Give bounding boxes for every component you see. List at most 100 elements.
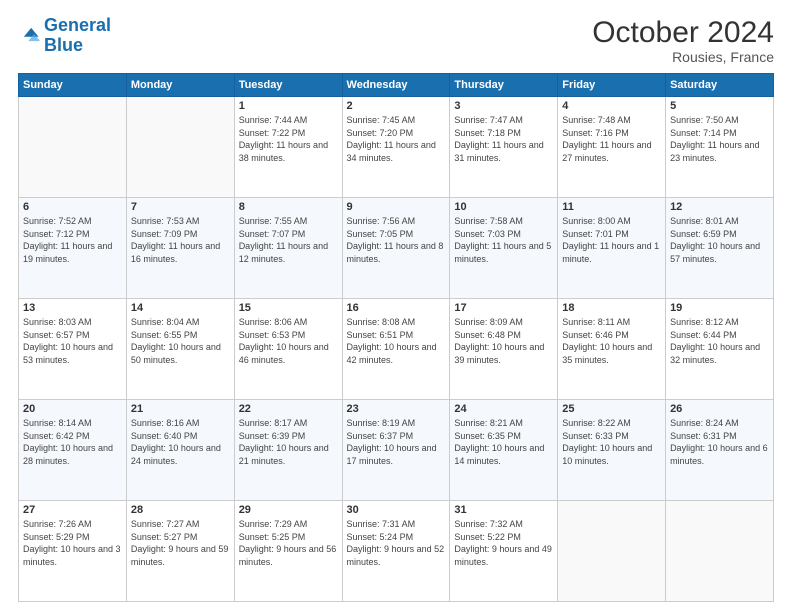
calendar-cell: 20 Sunrise: 8:14 AM Sunset: 6:42 PM Dayli… bbox=[19, 400, 127, 501]
day-number: 9 bbox=[347, 201, 446, 213]
day-number: 31 bbox=[454, 504, 553, 516]
calendar-cell bbox=[558, 501, 666, 602]
calendar-cell: 13 Sunrise: 8:03 AM Sunset: 6:57 PM Dayli… bbox=[19, 299, 127, 400]
calendar-cell: 10 Sunrise: 7:58 AM Sunset: 7:03 PM Dayli… bbox=[450, 198, 558, 299]
calendar-cell: 24 Sunrise: 8:21 AM Sunset: 6:35 PM Dayli… bbox=[450, 400, 558, 501]
day-info: Sunrise: 7:50 AM Sunset: 7:14 PM Dayligh… bbox=[670, 114, 769, 164]
day-number: 7 bbox=[131, 201, 230, 213]
day-info: Sunrise: 8:03 AM Sunset: 6:57 PM Dayligh… bbox=[23, 316, 122, 366]
day-info: Sunrise: 8:16 AM Sunset: 6:40 PM Dayligh… bbox=[131, 417, 230, 467]
day-number: 24 bbox=[454, 403, 553, 415]
day-number: 20 bbox=[23, 403, 122, 415]
day-info: Sunrise: 7:48 AM Sunset: 7:16 PM Dayligh… bbox=[562, 114, 661, 164]
calendar-cell: 19 Sunrise: 8:12 AM Sunset: 6:44 PM Dayli… bbox=[666, 299, 774, 400]
day-info: Sunrise: 7:44 AM Sunset: 7:22 PM Dayligh… bbox=[239, 114, 338, 164]
location: Rousies, France bbox=[592, 49, 774, 65]
day-number: 23 bbox=[347, 403, 446, 415]
calendar-cell: 3Sunrise: 7:47 AM Sunset: 7:18 PM Daylig… bbox=[450, 97, 558, 198]
calendar-cell: 8 Sunrise: 7:55 AM Sunset: 7:07 PM Daylig… bbox=[234, 198, 342, 299]
weekday-header: Sunday bbox=[19, 74, 127, 97]
day-number: 10 bbox=[454, 201, 553, 213]
calendar-cell: 17 Sunrise: 8:09 AM Sunset: 6:48 PM Dayli… bbox=[450, 299, 558, 400]
calendar-cell: 31 Sunrise: 7:32 AM Sunset: 5:22 PM Dayli… bbox=[450, 501, 558, 602]
day-number: 15 bbox=[239, 302, 338, 314]
day-info: Sunrise: 8:09 AM Sunset: 6:48 PM Dayligh… bbox=[454, 316, 553, 366]
day-number: 22 bbox=[239, 403, 338, 415]
day-number: 29 bbox=[239, 504, 338, 516]
header: General Blue October 2024 Rousies, Franc… bbox=[18, 16, 774, 65]
day-number: 27 bbox=[23, 504, 122, 516]
day-number: 8 bbox=[239, 201, 338, 213]
calendar-cell: 12 Sunrise: 8:01 AM Sunset: 6:59 PM Dayli… bbox=[666, 198, 774, 299]
day-number: 25 bbox=[562, 403, 661, 415]
day-info: Sunrise: 8:08 AM Sunset: 6:51 PM Dayligh… bbox=[347, 316, 446, 366]
calendar-cell: 18 Sunrise: 8:11 AM Sunset: 6:46 PM Dayli… bbox=[558, 299, 666, 400]
calendar-cell: 9 Sunrise: 7:56 AM Sunset: 7:05 PM Daylig… bbox=[342, 198, 450, 299]
day-info: Sunrise: 8:06 AM Sunset: 6:53 PM Dayligh… bbox=[239, 316, 338, 366]
day-info: Sunrise: 7:29 AM Sunset: 5:25 PM Dayligh… bbox=[239, 518, 338, 568]
calendar-cell bbox=[666, 501, 774, 602]
day-number: 5 bbox=[670, 100, 769, 112]
day-info: Sunrise: 8:12 AM Sunset: 6:44 PM Dayligh… bbox=[670, 316, 769, 366]
day-number: 17 bbox=[454, 302, 553, 314]
day-info: Sunrise: 7:27 AM Sunset: 5:27 PM Dayligh… bbox=[131, 518, 230, 568]
weekday-header: Wednesday bbox=[342, 74, 450, 97]
day-number: 11 bbox=[562, 201, 661, 213]
day-number: 21 bbox=[131, 403, 230, 415]
day-info: Sunrise: 8:24 AM Sunset: 6:31 PM Dayligh… bbox=[670, 417, 769, 467]
weekday-header: Saturday bbox=[666, 74, 774, 97]
calendar-cell: 25 Sunrise: 8:22 AM Sunset: 6:33 PM Dayli… bbox=[558, 400, 666, 501]
day-info: Sunrise: 7:55 AM Sunset: 7:07 PM Dayligh… bbox=[239, 215, 338, 265]
calendar-cell: 29 Sunrise: 7:29 AM Sunset: 5:25 PM Dayli… bbox=[234, 501, 342, 602]
calendar-cell: 30 Sunrise: 7:31 AM Sunset: 5:24 PM Dayli… bbox=[342, 501, 450, 602]
calendar-cell: 1Sunrise: 7:44 AM Sunset: 7:22 PM Daylig… bbox=[234, 97, 342, 198]
calendar-cell: 16Sunrise: 8:08 AM Sunset: 6:51 PM Dayli… bbox=[342, 299, 450, 400]
day-number: 18 bbox=[562, 302, 661, 314]
page: General Blue October 2024 Rousies, Franc… bbox=[0, 0, 792, 612]
day-number: 4 bbox=[562, 100, 661, 112]
day-number: 12 bbox=[670, 201, 769, 213]
calendar-cell: 27 Sunrise: 7:26 AM Sunset: 5:29 PM Dayli… bbox=[19, 501, 127, 602]
day-info: Sunrise: 7:45 AM Sunset: 7:20 PM Dayligh… bbox=[347, 114, 446, 164]
calendar-cell: 23 Sunrise: 8:19 AM Sunset: 6:37 PM Dayli… bbox=[342, 400, 450, 501]
calendar-cell: 6 Sunrise: 7:52 AM Sunset: 7:12 PM Daylig… bbox=[19, 198, 127, 299]
calendar-cell: 15 Sunrise: 8:06 AM Sunset: 6:53 PM Dayli… bbox=[234, 299, 342, 400]
day-info: Sunrise: 7:56 AM Sunset: 7:05 PM Dayligh… bbox=[347, 215, 446, 265]
day-info: Sunrise: 8:11 AM Sunset: 6:46 PM Dayligh… bbox=[562, 316, 661, 366]
weekday-header: Monday bbox=[126, 74, 234, 97]
day-number: 26 bbox=[670, 403, 769, 415]
day-number: 30 bbox=[347, 504, 446, 516]
calendar-cell: 22 Sunrise: 8:17 AM Sunset: 6:39 PM Dayli… bbox=[234, 400, 342, 501]
calendar-cell: 4 Sunrise: 7:48 AM Sunset: 7:16 PM Daylig… bbox=[558, 97, 666, 198]
logo-text: General Blue bbox=[44, 16, 111, 56]
day-info: Sunrise: 8:00 AM Sunset: 7:01 PM Dayligh… bbox=[562, 215, 661, 265]
calendar-cell: 14 Sunrise: 8:04 AM Sunset: 6:55 PM Dayli… bbox=[126, 299, 234, 400]
day-info: Sunrise: 7:53 AM Sunset: 7:09 PM Dayligh… bbox=[131, 215, 230, 265]
day-info: Sunrise: 8:19 AM Sunset: 6:37 PM Dayligh… bbox=[347, 417, 446, 467]
weekday-header: Tuesday bbox=[234, 74, 342, 97]
day-info: Sunrise: 8:22 AM Sunset: 6:33 PM Dayligh… bbox=[562, 417, 661, 467]
calendar-cell: 11 Sunrise: 8:00 AM Sunset: 7:01 PM Dayli… bbox=[558, 198, 666, 299]
day-info: Sunrise: 8:04 AM Sunset: 6:55 PM Dayligh… bbox=[131, 316, 230, 366]
day-number: 6 bbox=[23, 201, 122, 213]
day-number: 2 bbox=[347, 100, 446, 112]
day-info: Sunrise: 7:32 AM Sunset: 5:22 PM Dayligh… bbox=[454, 518, 553, 568]
day-number: 19 bbox=[670, 302, 769, 314]
logo: General Blue bbox=[18, 16, 111, 56]
day-info: Sunrise: 7:52 AM Sunset: 7:12 PM Dayligh… bbox=[23, 215, 122, 265]
day-info: Sunrise: 7:47 AM Sunset: 7:18 PM Dayligh… bbox=[454, 114, 553, 164]
logo-icon bbox=[18, 25, 40, 47]
day-number: 28 bbox=[131, 504, 230, 516]
day-number: 14 bbox=[131, 302, 230, 314]
day-info: Sunrise: 8:21 AM Sunset: 6:35 PM Dayligh… bbox=[454, 417, 553, 467]
day-number: 13 bbox=[23, 302, 122, 314]
day-info: Sunrise: 8:17 AM Sunset: 6:39 PM Dayligh… bbox=[239, 417, 338, 467]
calendar-cell: 2 Sunrise: 7:45 AM Sunset: 7:20 PM Daylig… bbox=[342, 97, 450, 198]
day-info: Sunrise: 7:26 AM Sunset: 5:29 PM Dayligh… bbox=[23, 518, 122, 568]
day-info: Sunrise: 8:01 AM Sunset: 6:59 PM Dayligh… bbox=[670, 215, 769, 265]
day-info: Sunrise: 7:58 AM Sunset: 7:03 PM Dayligh… bbox=[454, 215, 553, 265]
day-info: Sunrise: 8:14 AM Sunset: 6:42 PM Dayligh… bbox=[23, 417, 122, 467]
day-info: Sunrise: 7:31 AM Sunset: 5:24 PM Dayligh… bbox=[347, 518, 446, 568]
calendar-cell: 26 Sunrise: 8:24 AM Sunset: 6:31 PM Dayli… bbox=[666, 400, 774, 501]
weekday-header: Friday bbox=[558, 74, 666, 97]
